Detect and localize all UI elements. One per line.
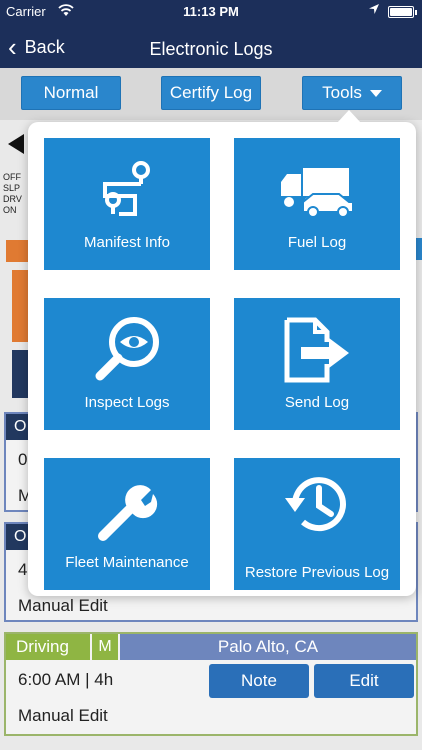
log-entry-status: Driving: [6, 634, 90, 660]
log-entry-foot: Manual Edit: [18, 706, 108, 725]
certify-log-button[interactable]: Certify Log: [161, 76, 261, 110]
log-entry-time: 4: [18, 560, 28, 579]
route-pin-icon: [103, 161, 150, 216]
document-arrow-icon: [284, 317, 349, 383]
log-entry-time: 6:00 AM | 4h: [18, 670, 114, 689]
tile-label: Fleet Maintenance: [65, 554, 189, 571]
certify-label: Certify Log: [169, 83, 253, 102]
graph-label-off: OFF: [3, 172, 21, 182]
summary-header-block: [6, 240, 28, 262]
fleet-maintenance-tile[interactable]: Fleet Maintenance: [44, 458, 210, 590]
edit-button[interactable]: Edit: [314, 664, 414, 698]
truck-car-icon: [281, 168, 354, 216]
tools-label: Tools: [322, 83, 362, 102]
log-entry-header: Driving M Palo Alto, CA: [6, 634, 416, 660]
navigation-bar: ‹ Back Electronic Logs: [0, 30, 422, 66]
duty-graph-labels: OFF SLP DRV ON: [3, 172, 22, 216]
inspect-logs-tile[interactable]: Inspect Logs: [44, 298, 210, 430]
magnifier-eye-icon: [95, 317, 159, 381]
normal-button[interactable]: Normal: [21, 76, 121, 110]
history-clock-icon: [285, 477, 346, 532]
log-entry-m-badge: M: [90, 634, 118, 660]
graph-label-on: ON: [3, 205, 17, 215]
tools-button[interactable]: Tools: [302, 76, 402, 110]
page-title: Electronic Logs: [149, 39, 273, 59]
manifest-info-tile[interactable]: Manifest Info: [44, 138, 210, 270]
status-bar: Carrier 11:13 PM: [0, 0, 422, 24]
log-entry-location: Palo Alto, CA: [118, 634, 416, 660]
normal-label: Normal: [43, 83, 99, 102]
status-time: 11:13 PM: [183, 4, 239, 19]
tile-label: Inspect Logs: [84, 394, 170, 411]
summary-bar-navy: [12, 350, 28, 398]
send-log-tile[interactable]: Send Log: [234, 298, 400, 430]
caret-down-icon: [369, 89, 382, 97]
log-entry-time: 0: [18, 450, 28, 469]
battery-fill: [390, 8, 413, 16]
note-button[interactable]: Note: [209, 664, 309, 698]
tile-label: Fuel Log: [287, 234, 347, 251]
graph-label-drv: DRV: [3, 194, 22, 204]
summary-bar-orange: [12, 270, 28, 342]
restore-previous-log-tile[interactable]: Restore Previous Log: [234, 458, 400, 590]
popover-arrow: [337, 110, 361, 123]
previous-day-arrow-icon[interactable]: [8, 134, 24, 154]
tile-label: Restore Previous Log: [244, 564, 390, 581]
location-arrow-icon: [368, 3, 380, 18]
wrench-icon: [98, 485, 158, 541]
tile-label: Manifest Info: [84, 234, 170, 251]
tile-label: Send Log: [284, 394, 350, 411]
log-entry-row: 6:00 AM | 4h Note Edit: [6, 660, 416, 700]
graph-label-slp: SLP: [3, 183, 21, 193]
fuel-log-tile[interactable]: Fuel Log: [234, 138, 400, 270]
log-entry-card[interactable]: Driving M Palo Alto, CA 6:00 AM | 4h Not…: [4, 632, 418, 736]
top-bar: Carrier 11:13 PM ‹ Back Electronic Logs: [0, 0, 422, 68]
battery-icon: [388, 6, 417, 18]
